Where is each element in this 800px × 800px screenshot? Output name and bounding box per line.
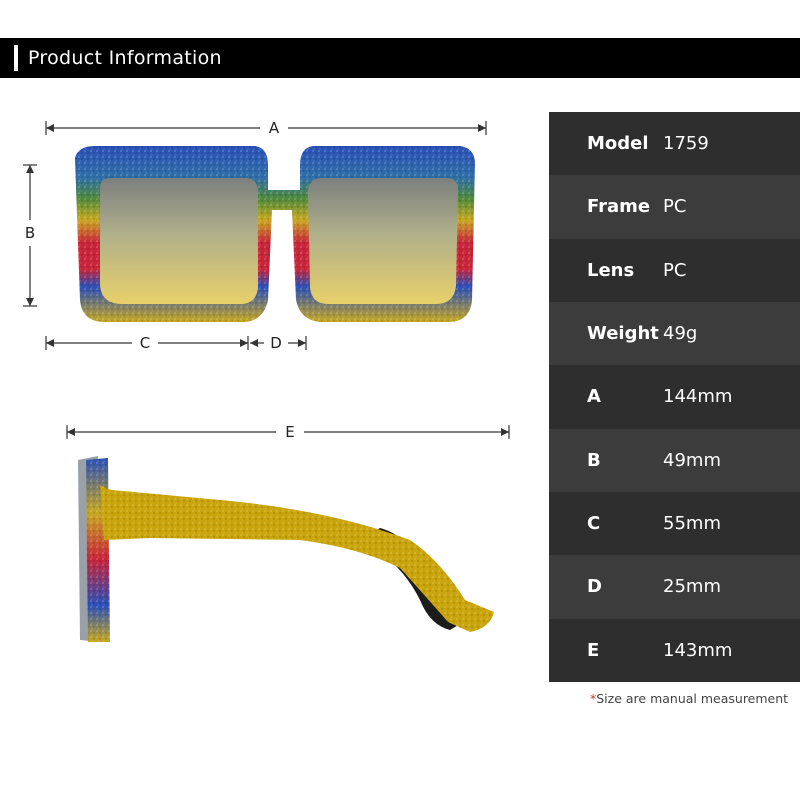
dimension-c: C [45, 334, 248, 352]
spec-row-a: A 144mm [549, 365, 800, 429]
dimension-e: E [66, 423, 510, 441]
spec-value: 25mm [663, 576, 721, 598]
label-b: B [25, 224, 35, 242]
spec-row-b: B 49mm [549, 428, 800, 492]
spec-key: Frame [587, 196, 651, 218]
dimension-diagram: A B C D E [23, 119, 510, 642]
label-e: E [285, 423, 294, 441]
spec-row-weight: Weight 49g [549, 301, 800, 366]
spec-key: D [587, 576, 602, 598]
dimension-d: D [247, 334, 307, 352]
spec-key: Model [587, 133, 649, 155]
spec-value: 1759 [663, 133, 709, 155]
spec-value: 49mm [663, 449, 721, 471]
spec-row-e: E 143mm [549, 618, 800, 682]
spec-key: E [587, 639, 600, 661]
spec-value: 55mm [663, 513, 721, 535]
spec-key: C [587, 513, 601, 535]
spec-value: 49g [663, 323, 698, 345]
label-c: C [140, 334, 150, 352]
measurement-footnote: *Size are manual measurement [590, 691, 788, 706]
spec-row-d: D 25mm [549, 555, 800, 619]
label-d: D [270, 334, 282, 352]
footnote-text: Size are manual measurement [596, 691, 789, 706]
spec-row-frame: Frame PC [549, 175, 800, 239]
spec-value: PC [663, 196, 687, 218]
spec-value: PC [663, 259, 687, 281]
dimension-b: B [23, 164, 37, 307]
dimension-a: A [45, 119, 487, 137]
spec-table: Model 1759 Frame PC Lens PC Weight 49g A… [549, 112, 800, 682]
spec-value: 144mm [663, 386, 733, 408]
label-a: A [269, 119, 280, 137]
spec-row-lens: Lens PC [549, 238, 800, 302]
glasses-side-view [78, 456, 494, 642]
spec-row-model: Model 1759 [549, 112, 800, 176]
glasses-front-view [75, 146, 475, 322]
spec-key: B [587, 449, 601, 471]
spec-key: A [587, 386, 601, 408]
spec-row-c: C 55mm [549, 491, 800, 556]
spec-key: Weight [587, 323, 659, 345]
spec-key: Lens [587, 259, 635, 281]
spec-value: 143mm [663, 639, 733, 661]
